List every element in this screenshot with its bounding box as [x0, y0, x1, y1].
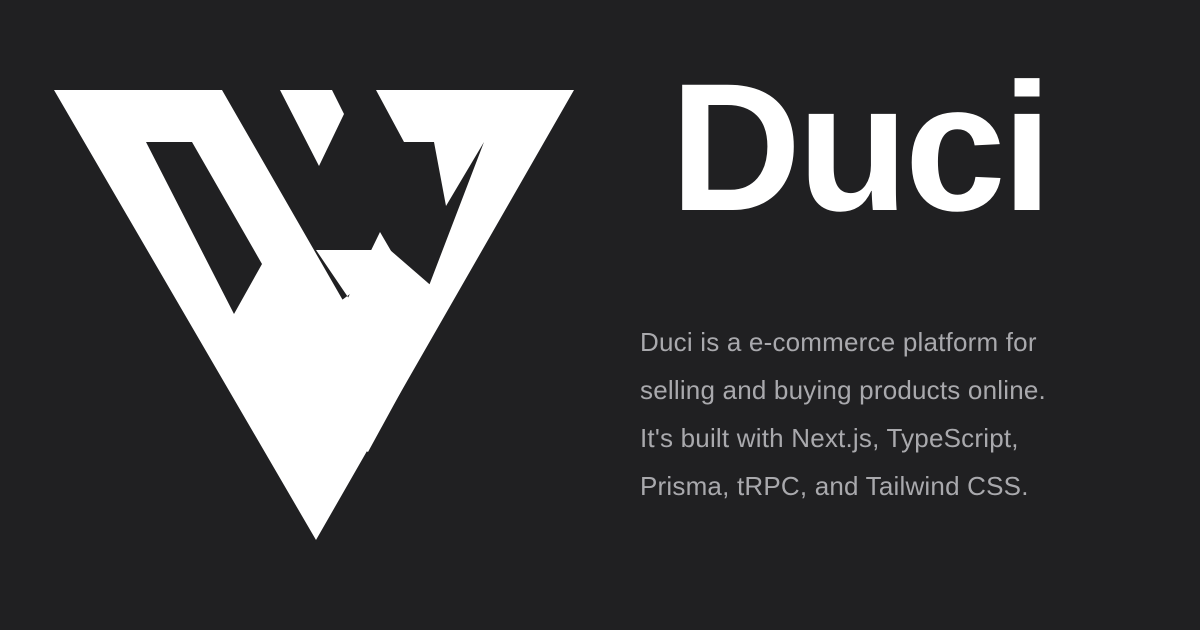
- description-line: Prisma, tRPC, and Tailwind CSS.: [640, 471, 1029, 501]
- description-line: It's built with Next.js, TypeScript,: [640, 423, 1019, 453]
- duci-logo-svg: [54, 90, 574, 540]
- description-line: Duci is a e-commerce platform for: [640, 327, 1037, 357]
- logo-stroke-left: [280, 90, 344, 166]
- brand-description: Duci is a e-commerce platform for sellin…: [640, 318, 1170, 510]
- duci-logo-icon: [54, 88, 576, 542]
- description-line: selling and buying products online.: [640, 375, 1046, 405]
- logo-outer-shape: [54, 90, 574, 540]
- social-card: Duci Duci is a e-commerce platform for s…: [0, 0, 1200, 630]
- brand-title: Duci: [670, 45, 1052, 249]
